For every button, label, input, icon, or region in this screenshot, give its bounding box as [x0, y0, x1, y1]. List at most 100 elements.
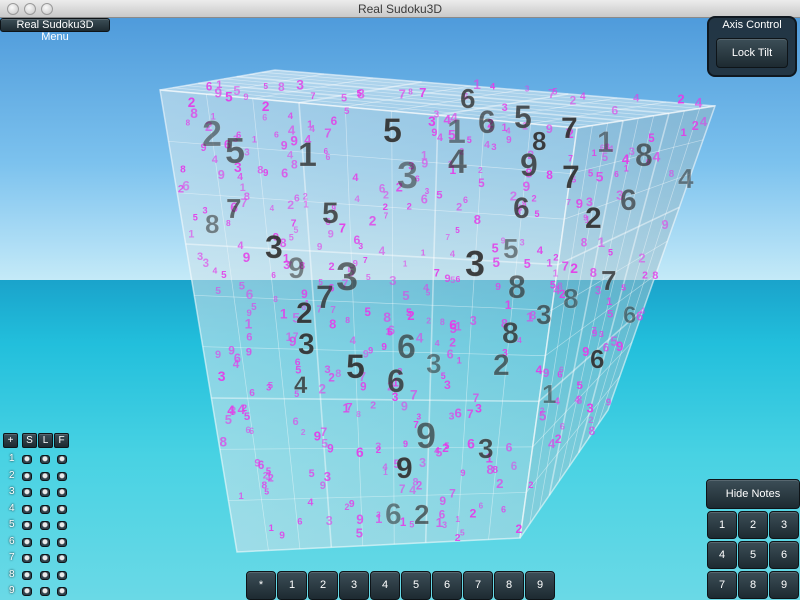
file-panel-header-file[interactable]: F: [54, 433, 69, 448]
cube-cell-digit[interactable]: 6: [620, 184, 637, 218]
cube-cell-digit[interactable]: 9: [288, 252, 305, 286]
cube-cell-digit[interactable]: 5: [346, 348, 365, 387]
cube-cell-digit[interactable]: 5: [514, 99, 532, 136]
slot-load-radio[interactable]: [40, 488, 50, 497]
slot-save-radio[interactable]: [22, 455, 32, 464]
slot-save-radio[interactable]: [22, 521, 32, 530]
slot-load-radio[interactable]: [40, 521, 50, 530]
main-menu-button[interactable]: Real Sudoku3D Menu: [0, 18, 110, 43]
cube-cell-digit[interactable]: 1: [597, 126, 614, 160]
cube-cell-digit[interactable]: 2: [414, 499, 430, 531]
note-button-6[interactable]: 6: [769, 541, 799, 569]
game-scene[interactable]: 4455255736135294392728336478196985542534…: [0, 18, 800, 600]
cube-cell-digit[interactable]: 9: [520, 147, 538, 184]
slot-save-radio[interactable]: [22, 471, 32, 481]
cube-cell-digit[interactable]: 8: [635, 137, 653, 174]
slot-save-radio[interactable]: [22, 587, 32, 596]
cube-cell-digit[interactable]: 9: [416, 415, 437, 457]
digit-button-8[interactable]: 8: [494, 571, 524, 600]
slot-save-radio[interactable]: [22, 537, 32, 547]
cube-cell-digit[interactable]: 4: [294, 372, 309, 400]
cube-cell-digit[interactable]: 9: [396, 452, 413, 486]
slot-load-radio[interactable]: [40, 570, 50, 580]
cube-cell-digit[interactable]: 8: [508, 269, 526, 306]
cube-cell-digit[interactable]: 3: [265, 229, 283, 266]
digit-button-7[interactable]: 7: [463, 571, 493, 600]
file-panel-header-add[interactable]: +: [3, 433, 18, 448]
cube-cell-digit[interactable]: 6: [397, 328, 416, 367]
cube-cell-digit[interactable]: 5: [322, 197, 339, 231]
slot-save-radio[interactable]: [22, 504, 32, 514]
note-button-2[interactable]: 2: [738, 511, 768, 539]
cube-cell-digit[interactable]: 6: [385, 498, 402, 532]
cube-cell-digit[interactable]: 3: [478, 433, 494, 465]
slot-load-radio[interactable]: [40, 504, 50, 514]
cube-cell-digit[interactable]: 8: [502, 317, 519, 351]
slot-load-radio[interactable]: [40, 537, 50, 547]
cube-cell-digit[interactable]: 6: [460, 83, 476, 115]
note-button-7[interactable]: 7: [707, 571, 737, 599]
cube-cell-digit[interactable]: 6: [513, 192, 530, 226]
cube-cell-digit[interactable]: 6: [623, 302, 637, 330]
note-button-3[interactable]: 3: [769, 511, 799, 539]
note-button-5[interactable]: 5: [738, 541, 768, 569]
slot-load-radio[interactable]: [40, 471, 50, 481]
cube-cell-digit[interactable]: 3: [336, 255, 359, 300]
cube-cell-digit[interactable]: 4: [678, 163, 695, 195]
cube-cell-digit[interactable]: 1: [542, 379, 557, 410]
slot-file-radio[interactable]: [57, 521, 67, 530]
cube-cell-digit[interactable]: 3: [536, 299, 552, 331]
slot-save-radio[interactable]: [22, 488, 32, 497]
hide-notes-button[interactable]: Hide Notes: [706, 479, 800, 509]
digit-button-4[interactable]: 4: [370, 571, 400, 600]
cube-cell-digit[interactable]: 3: [397, 155, 419, 198]
cube-cell-digit[interactable]: 8: [205, 209, 220, 240]
cube-cell-digit[interactable]: 1: [298, 136, 317, 175]
slot-file-radio[interactable]: [57, 471, 67, 481]
cube-cell-digit[interactable]: 7: [562, 159, 580, 196]
cube-cell-digit[interactable]: 7: [561, 112, 578, 146]
note-button-8[interactable]: 8: [738, 571, 768, 599]
digit-any-button[interactable]: *: [246, 571, 276, 600]
slot-file-radio[interactable]: [57, 504, 67, 514]
file-panel-header-save[interactable]: S: [22, 433, 37, 448]
slot-file-radio[interactable]: [57, 587, 67, 596]
digit-button-6[interactable]: 6: [432, 571, 462, 600]
note-button-1[interactable]: 1: [707, 511, 737, 539]
cube-cell-digit[interactable]: 7: [316, 279, 334, 316]
slot-load-radio[interactable]: [40, 554, 50, 563]
slot-save-radio[interactable]: [22, 554, 32, 563]
cube-cell-digit[interactable]: 7: [601, 265, 617, 297]
slot-file-radio[interactable]: [57, 537, 67, 547]
slot-load-radio[interactable]: [40, 587, 50, 596]
digit-button-5[interactable]: 5: [401, 571, 431, 600]
cube-cell-digit[interactable]: 5: [225, 130, 246, 172]
cube-cell-digit[interactable]: 4: [448, 143, 468, 182]
cube-cell-digit[interactable]: 6: [478, 104, 496, 141]
cube-cell-digit[interactable]: 2: [202, 113, 223, 155]
digit-button-1[interactable]: 1: [277, 571, 307, 600]
cube-cell-digit[interactable]: 2: [296, 297, 313, 331]
cube-cell-digit[interactable]: 3: [298, 328, 315, 362]
cube-cell-digit[interactable]: 2: [585, 202, 602, 236]
slot-file-radio[interactable]: [57, 455, 67, 464]
slot-file-radio[interactable]: [57, 488, 67, 497]
digit-button-9[interactable]: 9: [525, 571, 555, 600]
sudoku-cube[interactable]: 4455255736135294392728336478196985542534…: [0, 18, 800, 600]
cube-cell-digit[interactable]: 5: [503, 233, 519, 265]
lock-tilt-button[interactable]: Lock Tilt: [716, 38, 788, 68]
cube-cell-digit[interactable]: 5: [383, 112, 402, 151]
cube-cell-digit[interactable]: 3: [465, 243, 486, 285]
cube-cell-digit[interactable]: 3: [426, 348, 442, 380]
slot-load-radio[interactable]: [40, 455, 50, 464]
slot-file-radio[interactable]: [57, 554, 67, 563]
digit-button-3[interactable]: 3: [339, 571, 369, 600]
cube-cell-digit[interactable]: 2: [493, 349, 510, 383]
slot-file-radio[interactable]: [57, 570, 67, 580]
cube-cell-digit[interactable]: 6: [387, 363, 405, 400]
slot-save-radio[interactable]: [22, 570, 32, 580]
file-panel-header-load[interactable]: L: [38, 433, 53, 448]
cube-cell-digit[interactable]: 6: [590, 344, 605, 375]
note-button-4[interactable]: 4: [707, 541, 737, 569]
cube-cell-digit[interactable]: 8: [563, 283, 579, 315]
